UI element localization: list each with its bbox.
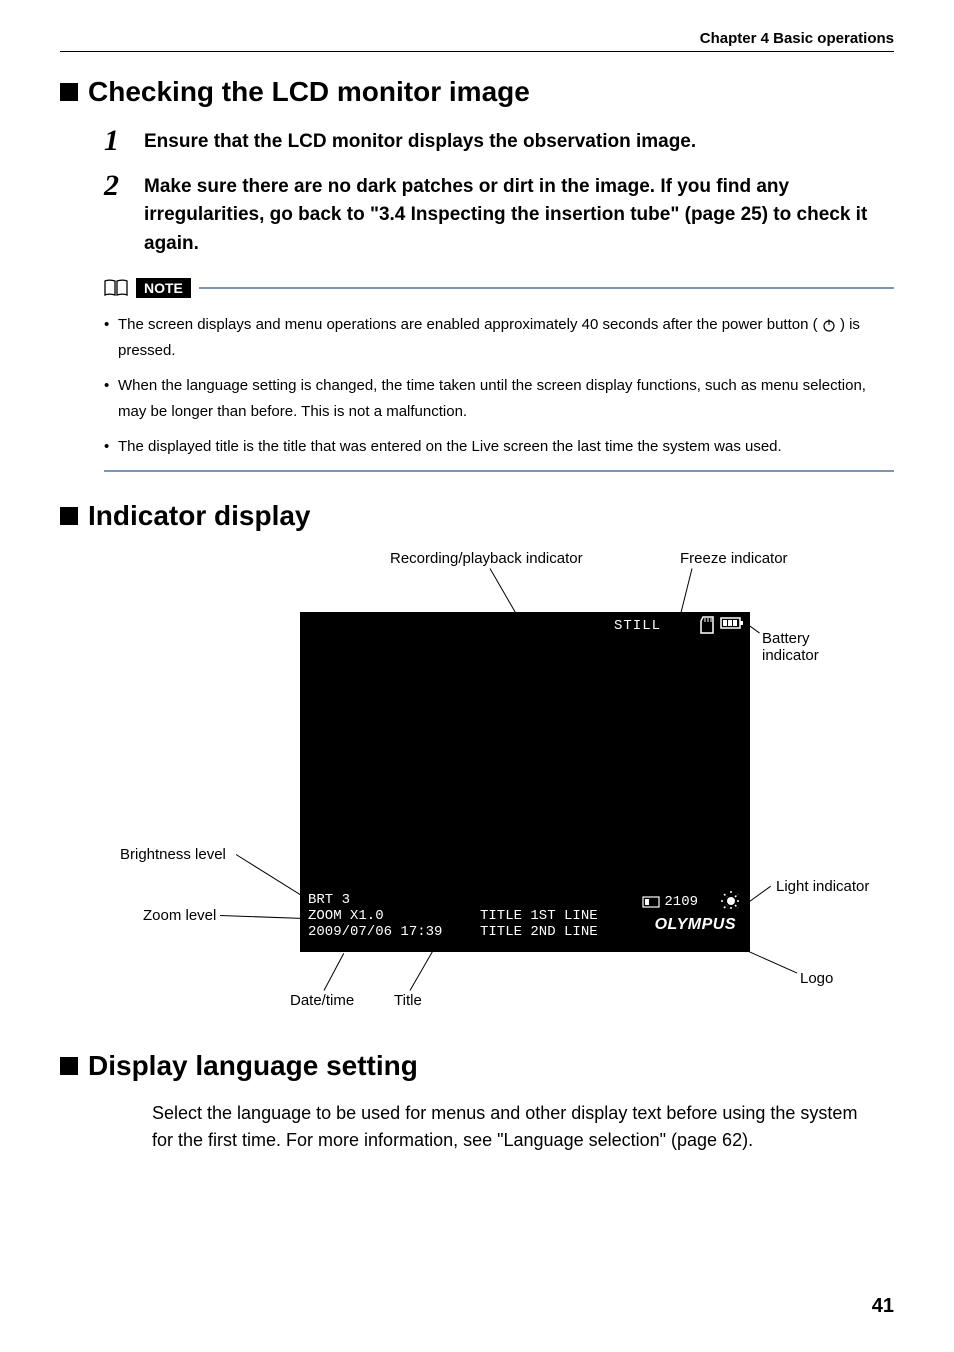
note-item: The displayed title is the title that wa… — [104, 434, 894, 460]
callout-logo: Logo — [800, 970, 833, 987]
card-small-icon — [642, 896, 660, 908]
section-heading-text: Display language setting — [88, 1050, 418, 1082]
screen-logo-text: OLYMPUS — [655, 916, 736, 934]
callout-brightness: Brightness level — [120, 846, 226, 863]
screen-still-text: STILL — [614, 618, 661, 634]
power-icon — [822, 318, 836, 332]
indicator-diagram: Recording/playback indicator Freeze indi… — [90, 550, 870, 1030]
square-bullet-icon — [60, 83, 78, 101]
screen-datetime-text: 2009/07/06 17:39 — [308, 924, 442, 940]
callout-freeze: Freeze indicator — [680, 550, 788, 567]
section-heading-language: Display language setting — [60, 1050, 894, 1082]
callout-battery: Battery indicator — [762, 630, 870, 664]
callout-zoom: Zoom level — [143, 907, 216, 924]
square-bullet-icon — [60, 1057, 78, 1075]
screen-brightness-text: BRT 3 — [308, 892, 350, 908]
note-item: The screen displays and menu operations … — [104, 312, 894, 363]
screen-title2-text: TITLE 2ND LINE — [480, 924, 598, 940]
page-number: 41 — [872, 1295, 894, 1318]
section-heading-text: Checking the LCD monitor image — [88, 76, 530, 108]
note-bar: NOTE — [104, 278, 894, 298]
section-heading-checking: Checking the LCD monitor image — [60, 76, 894, 108]
note-text-a: The screen displays and menu operations … — [118, 316, 818, 333]
section-heading-text: Indicator display — [88, 500, 311, 532]
screen-card-number: 2109 — [642, 894, 698, 910]
chapter-header: Chapter 4 Basic operations — [60, 30, 894, 52]
step-1: 1 Ensure that the LCD monitor displays t… — [104, 126, 894, 157]
step-2: 2 Make sure there are no dark patches or… — [104, 171, 894, 259]
lcd-screen: STILL BRT 3 ZOOM X1.0 2009/07/06 17:39 T… — [300, 612, 750, 952]
screen-title1-text: TITLE 1ST LINE — [480, 908, 598, 924]
leader-line — [324, 953, 345, 991]
step-number: 2 — [104, 171, 144, 259]
body-paragraph: Select the language to be used for menus… — [152, 1100, 874, 1154]
note-end-rule — [104, 470, 894, 472]
screen-zoom-text: ZOOM X1.0 — [308, 908, 384, 924]
leader-line — [220, 915, 308, 919]
callout-recording: Recording/playback indicator — [390, 550, 583, 567]
leader-line — [410, 948, 435, 990]
step-text: Ensure that the LCD monitor displays the… — [144, 126, 696, 157]
light-indicator-icon — [720, 890, 742, 912]
screen-card-number-text: 2109 — [664, 894, 698, 910]
battery-icon — [720, 616, 744, 630]
callout-title: Title — [394, 992, 422, 1009]
note-item: When the language setting is changed, th… — [104, 373, 894, 424]
square-bullet-icon — [60, 507, 78, 525]
book-icon — [104, 279, 128, 297]
callout-light: Light indicator — [776, 878, 869, 895]
callout-datetime: Date/time — [290, 992, 354, 1009]
leader-line — [236, 854, 306, 898]
step-number: 1 — [104, 126, 144, 157]
sd-card-icon — [700, 616, 716, 634]
section-heading-indicator: Indicator display — [60, 500, 894, 532]
note-list: The screen displays and menu operations … — [104, 312, 894, 460]
step-text: Make sure there are no dark patches or d… — [144, 171, 894, 259]
note-label: NOTE — [136, 278, 191, 298]
note-rule — [199, 287, 894, 289]
